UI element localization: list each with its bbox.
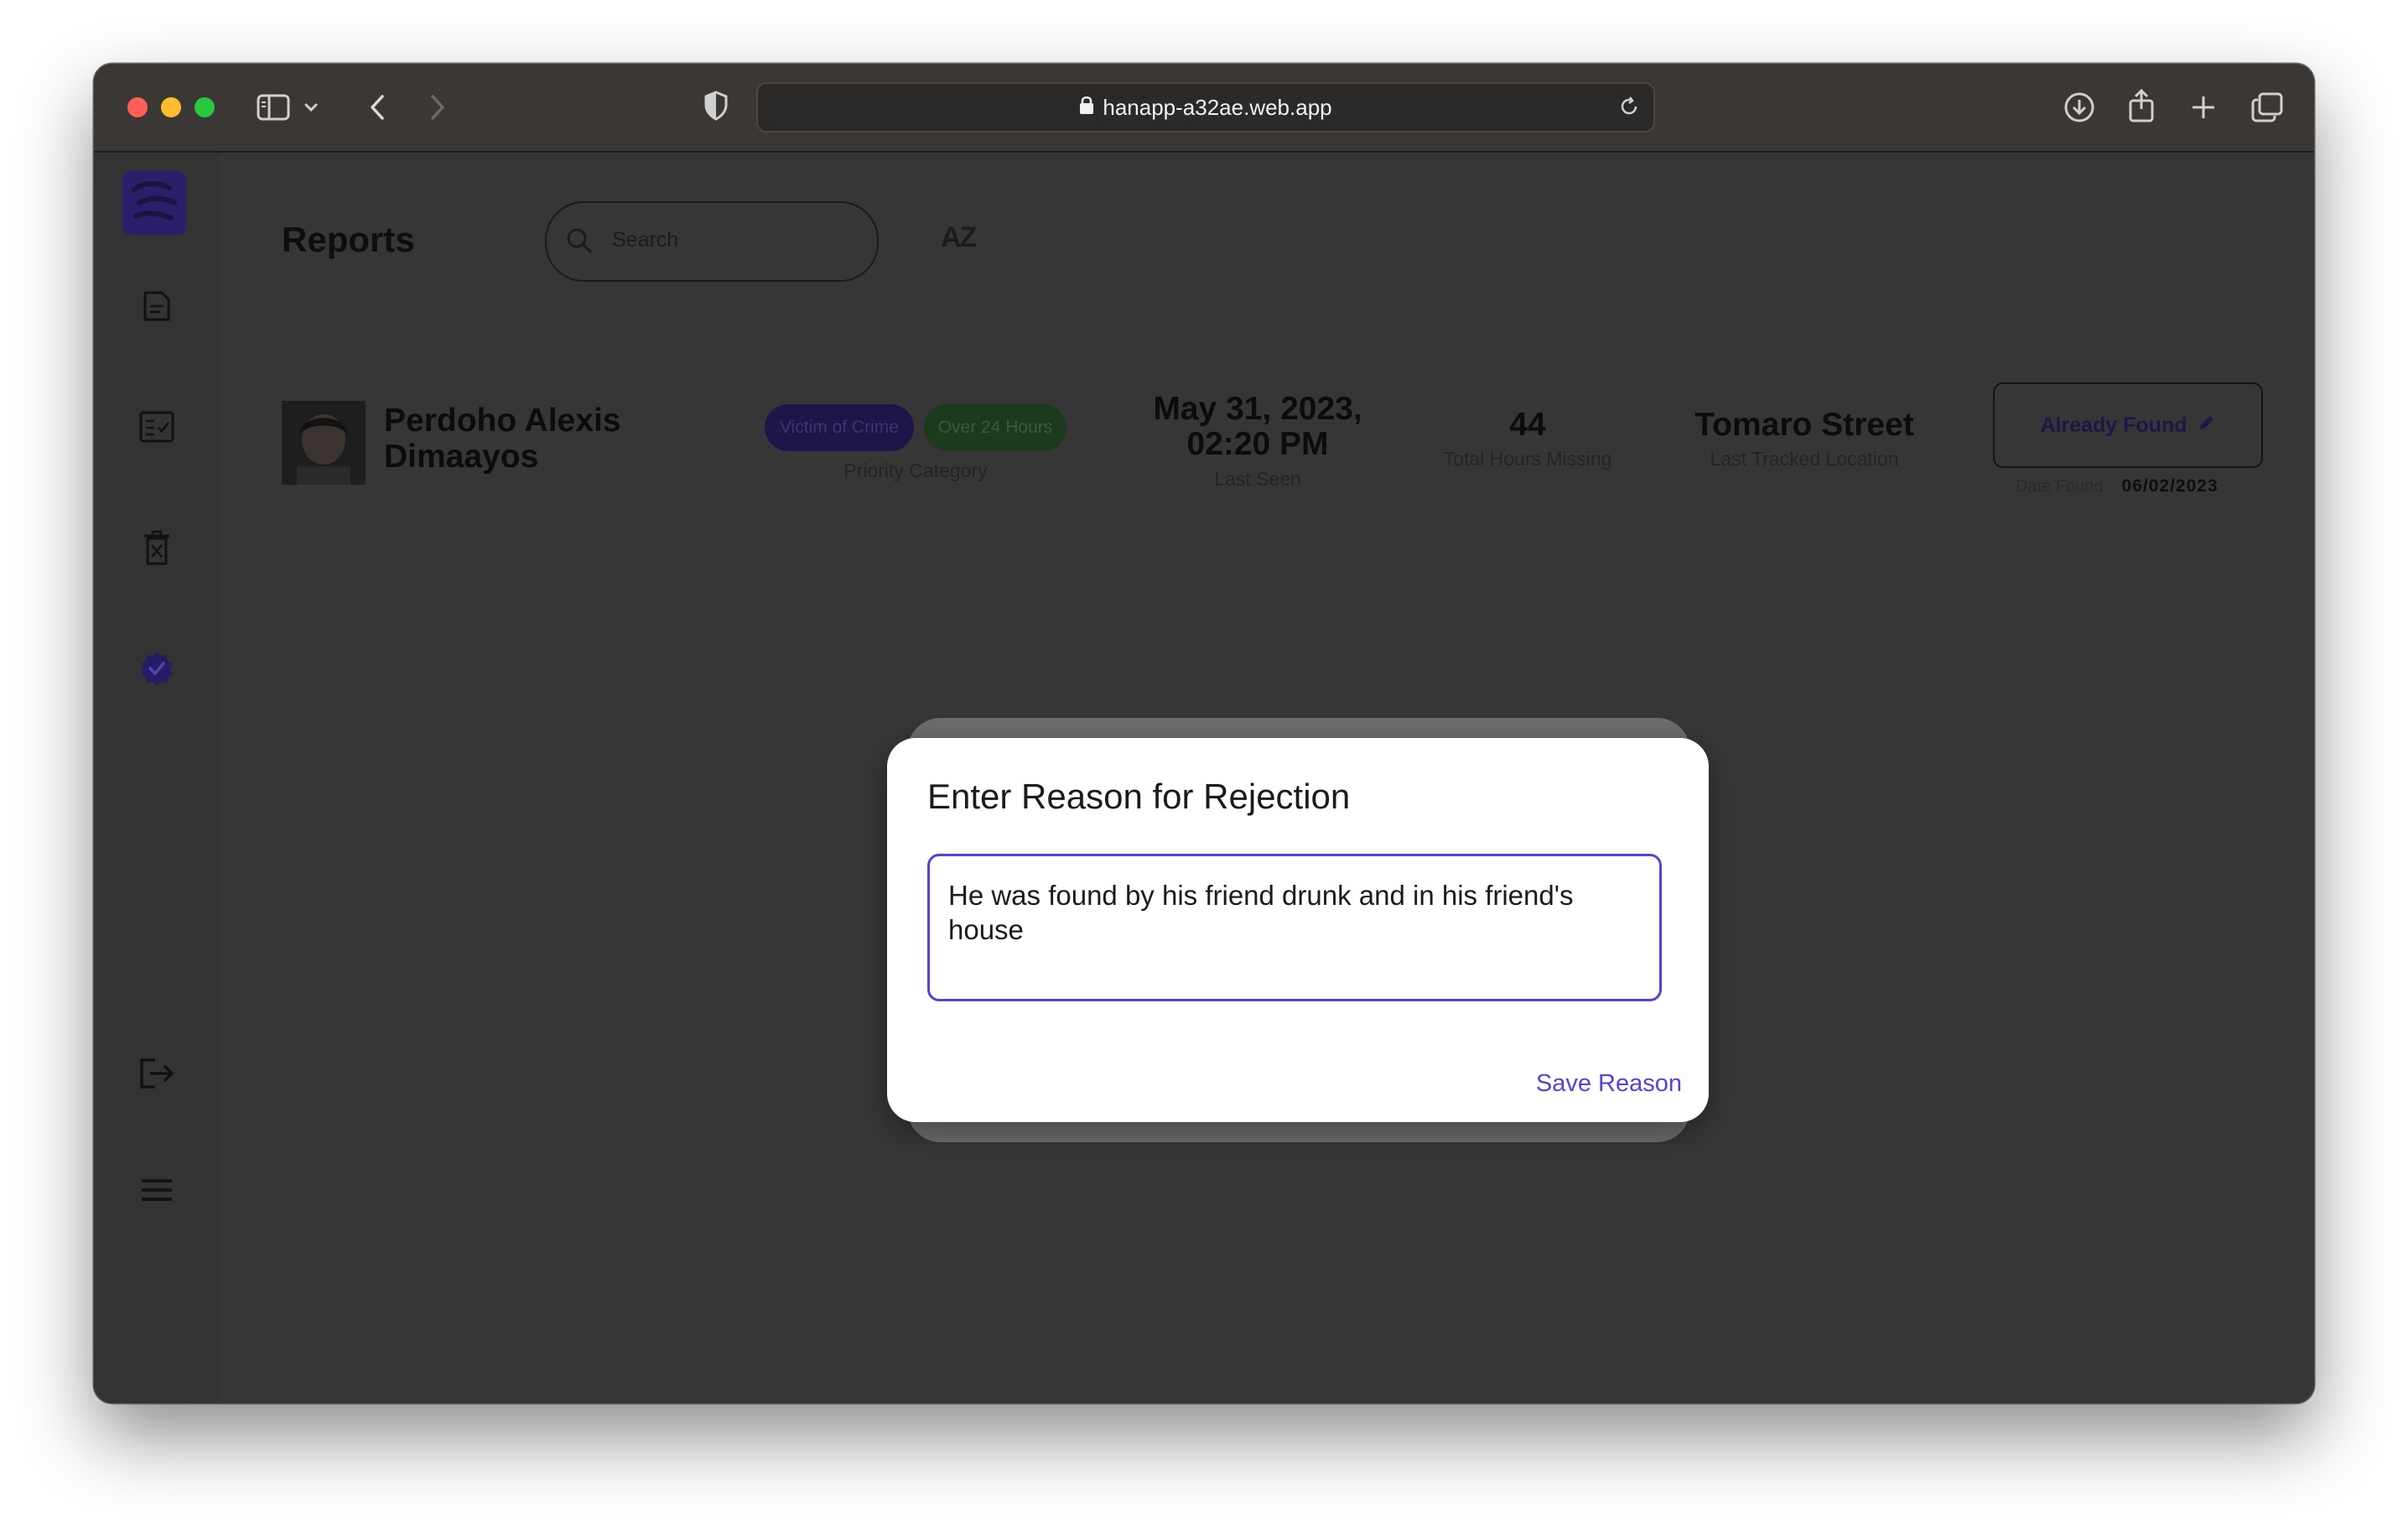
close-window-button[interactable] (127, 97, 148, 117)
share-icon[interactable] (2125, 86, 2158, 126)
priority-category-label: Priority Category (843, 460, 988, 481)
address-bar[interactable]: hanapp-a32ae.web.app (756, 82, 1655, 133)
browser-window: hanapp-a32ae.web.app Reports Search AZ P… (94, 64, 2314, 1403)
rejection-reason-dialog: Enter Reason for Rejection He was found … (887, 738, 1709, 1122)
date-found-label: Date Found (2016, 477, 2104, 496)
checklist-icon[interactable] (136, 406, 178, 448)
search-icon (565, 226, 594, 259)
already-found-button[interactable]: Already Found (1993, 382, 2263, 468)
location-label: Last Tracked Location (1710, 448, 1899, 470)
app-logo[interactable] (122, 171, 186, 235)
dialog-title: Enter Reason for Rejection (927, 777, 1351, 816)
date-found: Date Found 06/02/2023 (2016, 476, 2219, 496)
sort-az-button[interactable]: AZ (941, 221, 977, 254)
avatar (282, 401, 366, 485)
privacy-shield-icon[interactable] (701, 89, 731, 122)
last-seen-label: Last Seen (1214, 468, 1301, 490)
last-seen-value: May 31, 2023, 02:20 PM (1153, 391, 1362, 462)
forward-icon[interactable] (421, 89, 454, 126)
hours-missing-value: 44 (1509, 407, 1546, 443)
verified-badge-icon[interactable] (136, 647, 178, 689)
reason-textarea[interactable]: He was found by his friend drunk and in … (927, 854, 1662, 1001)
priority-tag-victim: Victim of Crime (765, 404, 914, 451)
reports-document-icon[interactable] (136, 285, 178, 327)
priority-tag-hours: Over 24 Hours (924, 404, 1066, 451)
download-icon[interactable] (2061, 89, 2098, 126)
edit-pencil-icon (2198, 413, 2216, 438)
sort-az-label: AZ (941, 221, 977, 253)
zoom-window-button[interactable] (195, 97, 215, 117)
app-sidebar (94, 153, 220, 1403)
web-content: Reports Search AZ Perdoho Alexis Dimaayo… (94, 153, 2314, 1403)
location-value: Tomaro Street (1694, 407, 1914, 443)
menu-icon[interactable] (136, 1169, 178, 1211)
already-found-label: Already Found (2040, 413, 2187, 437)
page-title: Reports (282, 220, 415, 259)
search-placeholder: Search (612, 228, 679, 252)
lock-icon (1079, 95, 1094, 121)
report-person-name: Perdoho Alexis Dimaayos (384, 403, 621, 475)
sidebar-toggle-icon[interactable] (255, 91, 292, 124)
trash-icon[interactable] (136, 527, 178, 569)
search-input[interactable]: Search (545, 201, 879, 282)
url-text: hanapp-a32ae.web.app (1103, 94, 1332, 120)
tab-overview-icon[interactable] (2249, 89, 2286, 126)
new-tab-icon[interactable] (2187, 91, 2220, 124)
minimize-window-button[interactable] (161, 97, 181, 117)
back-icon[interactable] (361, 89, 394, 126)
browser-toolbar: hanapp-a32ae.web.app (94, 64, 2314, 153)
logout-icon[interactable] (136, 1052, 178, 1094)
hours-missing-label: Total Hours Missing (1443, 448, 1612, 470)
chevron-down-icon[interactable] (302, 97, 320, 117)
reload-icon[interactable] (1617, 94, 1642, 119)
date-found-value: 06/02/2023 (2121, 476, 2219, 496)
save-reason-button[interactable]: Save Reason (1536, 1070, 1682, 1098)
